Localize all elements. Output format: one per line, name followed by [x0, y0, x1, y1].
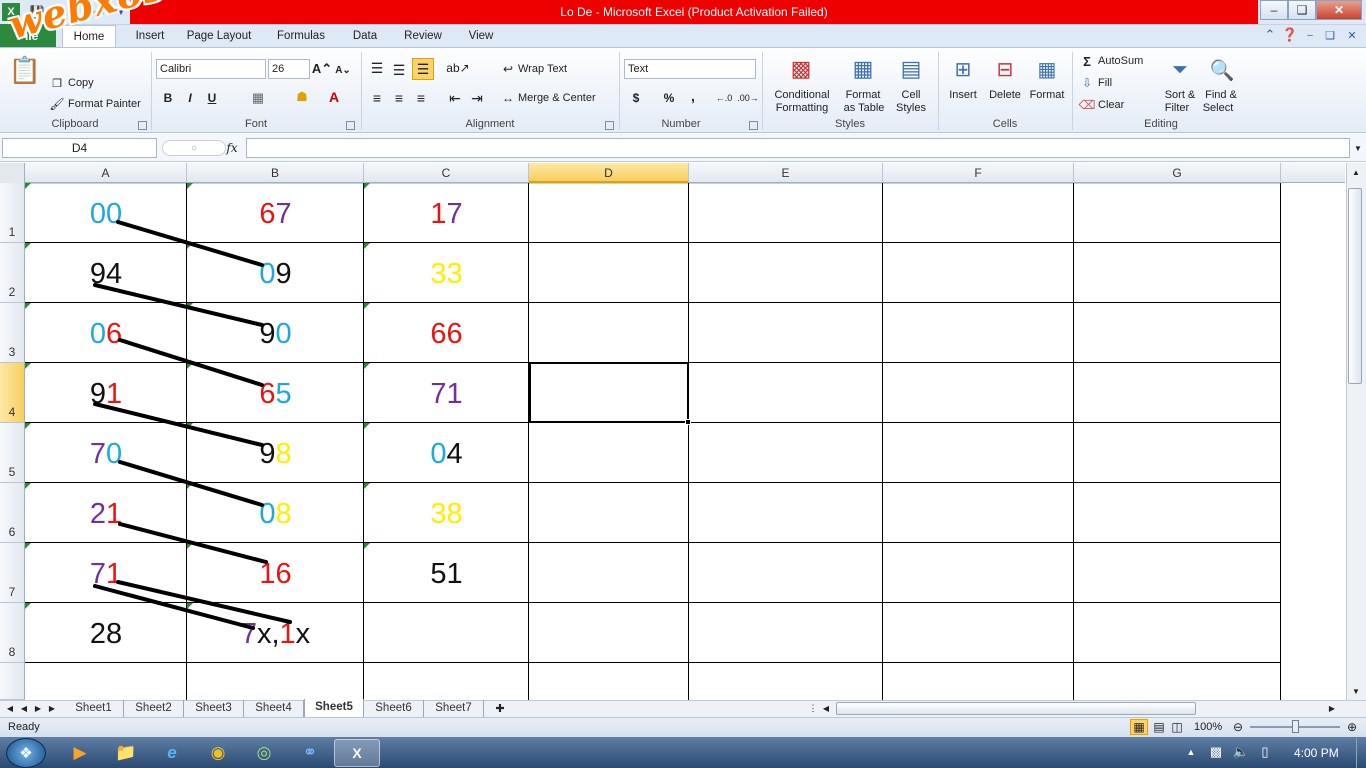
coc-coc-browser-icon[interactable]: ◎ [244, 739, 284, 767]
sheet-tab-sheet3[interactable]: Sheet3 [184, 700, 244, 717]
device-tray-icon[interactable]: ▩ [1208, 743, 1224, 761]
sheet-tab-sheet4[interactable]: Sheet4 [244, 700, 304, 717]
tab-split-handle[interactable]: ⋮ [808, 701, 818, 716]
network-signal-icon[interactable]: ▯ [1256, 743, 1274, 761]
zoom-level[interactable]: 100% [1194, 721, 1222, 733]
internet-explorer-icon[interactable]: e [152, 739, 192, 767]
prev-sheet-icon[interactable]: ◀ [18, 701, 30, 715]
taskbar-clock[interactable]: 4:00 PM [1294, 746, 1339, 760]
drawn-line [118, 522, 268, 564]
zoom-slider-thumb[interactable] [1292, 720, 1299, 733]
sheet-tab-sheet7[interactable]: Sheet7 [424, 700, 484, 717]
excel-window: X 💾 ↶ ▼ ↷ ▼ ▼ Lo De - Microsoft Excel (P… [0, 0, 1366, 768]
sheet-tab-sheet1[interactable]: Sheet1 [64, 700, 124, 717]
split-box-icon[interactable]: ▲ [1348, 164, 1364, 180]
last-sheet-icon[interactable]: ▶ [46, 701, 58, 715]
scroll-left-icon[interactable]: ◀ [820, 701, 832, 716]
drawn-line [93, 402, 264, 447]
drawn-line [118, 460, 264, 507]
sheet-tab-sheet6[interactable]: Sheet6 [364, 700, 424, 717]
scroll-down-icon[interactable]: ▼ [1348, 683, 1364, 699]
show-desktop-button[interactable] [1356, 738, 1366, 768]
file-explorer-icon[interactable]: 📁 [106, 739, 146, 767]
chrome-icon[interactable]: ◉ [198, 739, 238, 767]
next-sheet-icon[interactable]: ▶ [32, 701, 44, 715]
zoom-in-icon[interactable]: ⊕ [1344, 719, 1360, 735]
drawn-line [118, 338, 264, 387]
scroll-right-icon[interactable]: ▶ [1326, 701, 1338, 716]
zoom-out-icon[interactable]: ⊖ [1230, 719, 1246, 735]
insert-worksheet-icon[interactable]: ✚ [488, 701, 512, 716]
page-layout-view-icon[interactable]: ▤ [1150, 719, 1168, 735]
media-player-icon[interactable]: ▶ [60, 739, 100, 767]
drawn-line [116, 220, 264, 267]
sheet-tab-sheet5[interactable]: Sheet5 [304, 699, 364, 717]
volume-muted-icon[interactable]: 🔈 [1232, 743, 1250, 761]
horizontal-scroll-thumb[interactable] [836, 702, 1196, 715]
page-break-view-icon[interactable]: ◫ [1168, 719, 1186, 735]
start-button-icon[interactable]: ❖ [6, 738, 46, 768]
normal-view-icon[interactable]: ▦ [1130, 719, 1148, 735]
drawn-line [93, 283, 264, 327]
vertical-scroll-thumb[interactable] [1348, 188, 1362, 384]
status-ready: Ready [8, 721, 40, 733]
first-sheet-icon[interactable]: ◀ [4, 701, 16, 715]
sheet-tab-sheet2[interactable]: Sheet2 [124, 700, 184, 717]
network-app-icon[interactable]: ⚭ [290, 739, 330, 767]
drawn-lines-overlay [93, 220, 292, 630]
show-hidden-icons-icon[interactable]: ▲ [1184, 745, 1198, 759]
excel-taskbar-icon[interactable]: X [334, 739, 380, 767]
